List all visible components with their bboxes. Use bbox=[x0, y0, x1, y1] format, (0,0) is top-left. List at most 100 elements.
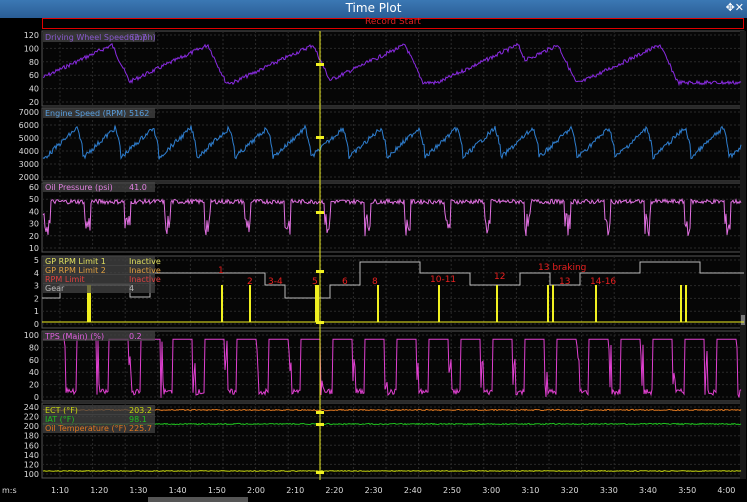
cursor-marker bbox=[316, 471, 324, 474]
x-tick-label: 3:10 bbox=[521, 486, 539, 495]
y-tick-label-wheel: 80 bbox=[29, 58, 39, 67]
channel-name-gp-rpm-limit-1: GP RPM Limit 1 bbox=[45, 257, 106, 266]
y-tick-label-tps: 20 bbox=[29, 381, 39, 390]
y-tick-label-engine: 5000 bbox=[19, 134, 39, 143]
y-tick-label-temp: 240 bbox=[24, 403, 39, 412]
y-tick-label-gear: 4 bbox=[34, 269, 39, 278]
x-axis-unit: m:s bbox=[2, 486, 17, 495]
y-tick-label-temp: 100 bbox=[24, 470, 39, 479]
panel-engine bbox=[41, 107, 745, 182]
x-tick-label: 3:00 bbox=[482, 486, 500, 495]
annotation-label: 6 bbox=[342, 277, 348, 287]
x-tick-label: 3:40 bbox=[639, 486, 657, 495]
y-tick-label-engine: 4000 bbox=[19, 147, 39, 156]
y-tick-label-tps: 40 bbox=[29, 368, 39, 377]
cursor-marker bbox=[316, 423, 324, 426]
annotation-label: 2 bbox=[247, 277, 253, 287]
y-tick-label-tps: 0 bbox=[34, 393, 39, 402]
y-tick-label-oil: 60 bbox=[29, 183, 39, 192]
channel-value-tps: 0.2 bbox=[129, 332, 142, 341]
channel-value-ect: 203.2 bbox=[129, 406, 152, 415]
y-tick-label-wheel: 60 bbox=[29, 71, 39, 80]
y-tick-label-temp: 180 bbox=[24, 432, 39, 441]
channel-name-tps: TPS (Main) (%) bbox=[44, 332, 104, 341]
y-tick-label-engine: 7000 bbox=[19, 108, 39, 117]
y-tick-label-gear: 2 bbox=[34, 294, 39, 303]
channel-name-rpm-limit: RPM Limit bbox=[45, 275, 85, 284]
annotation-label: 14-16 bbox=[590, 277, 616, 287]
x-tick-label: 3:50 bbox=[678, 486, 696, 495]
x-tick-label: 2:00 bbox=[247, 486, 265, 495]
horizontal-scrollbar-thumb[interactable] bbox=[148, 497, 248, 502]
y-tick-label-tps: 60 bbox=[29, 356, 39, 365]
y-tick-label-oil: 40 bbox=[29, 207, 39, 216]
x-tick-label: 2:30 bbox=[365, 486, 383, 495]
y-tick-label-gear: 0 bbox=[34, 320, 39, 329]
x-tick-label: 2:40 bbox=[404, 486, 422, 495]
channel-value-iat: 98.1 bbox=[129, 415, 147, 424]
channel-name-iat: IAT (°F) bbox=[45, 415, 74, 424]
channel-value-rpm-limit: Inactive bbox=[129, 275, 161, 284]
x-tick-label: 1:10 bbox=[51, 486, 69, 495]
annotation-label: 10-11 bbox=[430, 275, 456, 285]
vertical-scrollbar[interactable] bbox=[740, 31, 746, 479]
channel-name-engine-speed: Engine Speed (RPM) bbox=[45, 109, 126, 118]
y-tick-label-tps: 100 bbox=[24, 331, 39, 340]
channel-name-ect: ECT (°F) bbox=[45, 406, 78, 415]
channel-value-oil-temp: 225.7 bbox=[129, 424, 152, 433]
y-tick-label-engine: 3000 bbox=[19, 160, 39, 169]
x-tick-label: 4:00 bbox=[717, 486, 735, 495]
y-tick-label-oil: 50 bbox=[29, 195, 39, 204]
y-tick-label-tps: 80 bbox=[29, 343, 39, 352]
annotation-label: 12 bbox=[494, 272, 505, 282]
panel-tps bbox=[41, 330, 745, 402]
y-tick-label-engine: 6000 bbox=[19, 121, 39, 130]
y-tick-label-temp: 200 bbox=[24, 422, 39, 431]
channel-name-oil-temp: Oil Temperature (°F) bbox=[45, 424, 126, 433]
x-tick-label: 1:50 bbox=[208, 486, 226, 495]
cursor-marker bbox=[316, 270, 324, 273]
channel-name-gear: Gear bbox=[45, 284, 65, 293]
y-tick-label-gear: 1 bbox=[34, 307, 39, 316]
cursor-marker bbox=[316, 411, 324, 414]
y-tick-label-temp: 120 bbox=[24, 460, 39, 469]
cursor-marker bbox=[316, 321, 324, 324]
channel-name-gp-rpm-limit-2: GP RPM Limit 2 bbox=[45, 266, 106, 275]
cursor-marker bbox=[316, 63, 324, 66]
x-tick-label: 2:50 bbox=[443, 486, 461, 495]
y-tick-label-temp: 140 bbox=[24, 451, 39, 460]
x-tick-label: 2:20 bbox=[325, 486, 343, 495]
y-tick-label-wheel: 20 bbox=[29, 98, 39, 107]
annotation-label: 8 bbox=[372, 277, 378, 287]
x-tick-label: 2:10 bbox=[286, 486, 304, 495]
cursor-marker bbox=[316, 211, 324, 214]
scrollbar-thumb[interactable] bbox=[741, 315, 745, 325]
time-plot-area[interactable]: 1201008060402070006000500040003000200060… bbox=[0, 0, 747, 502]
y-tick-label-oil: 30 bbox=[29, 220, 39, 229]
annotation-label: 3-4 bbox=[268, 277, 283, 287]
channel-value-engine-speed: 5162 bbox=[129, 109, 149, 118]
x-tick-label: 1:30 bbox=[129, 486, 147, 495]
cursor-marker bbox=[316, 136, 324, 139]
x-tick-label: 1:40 bbox=[169, 486, 187, 495]
annotation-label: 5 bbox=[312, 277, 318, 287]
channel-value-wheel-speed: 62.7 bbox=[129, 33, 147, 42]
y-tick-label-temp: 160 bbox=[24, 441, 39, 450]
channel-value-oil-pressure: 41.0 bbox=[129, 183, 147, 192]
y-tick-label-temp: 220 bbox=[24, 413, 39, 422]
panel-wheel bbox=[41, 30, 745, 107]
annotation-label: 13 bbox=[559, 277, 570, 287]
y-tick-label-oil: 20 bbox=[29, 232, 39, 241]
annotation-label: 13 braking bbox=[538, 263, 586, 273]
panel-oil bbox=[41, 182, 745, 253]
annotation-label: 1 bbox=[218, 266, 224, 276]
y-tick-label-wheel: 40 bbox=[29, 85, 39, 94]
x-tick-label: 1:20 bbox=[90, 486, 108, 495]
y-tick-label-oil: 10 bbox=[29, 244, 39, 253]
channel-value-gp-rpm-limit-2: Inactive bbox=[129, 266, 161, 275]
channel-value-gp-rpm-limit-1: Inactive bbox=[129, 257, 161, 266]
y-tick-label-gear: 3 bbox=[34, 282, 39, 291]
channel-name-oil-pressure: Oil Pressure (psi) bbox=[45, 183, 113, 192]
y-tick-label-gear: 5 bbox=[34, 256, 39, 265]
x-tick-label: 3:30 bbox=[600, 486, 618, 495]
